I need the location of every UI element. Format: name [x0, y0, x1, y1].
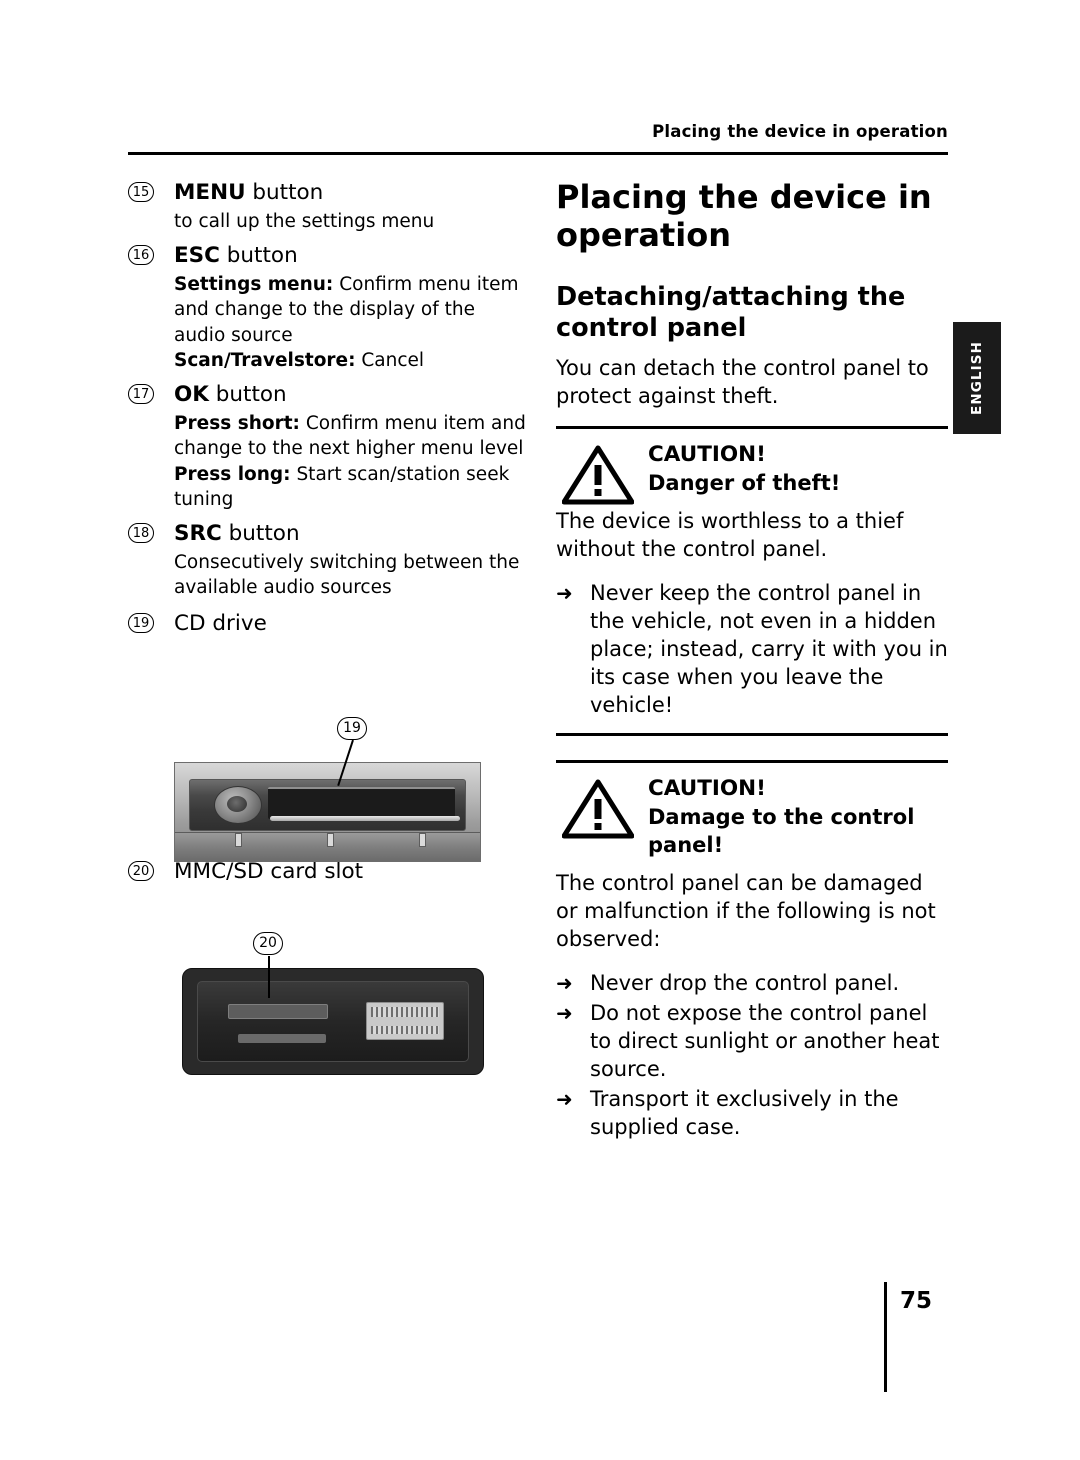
- language-tab-label: ENGLISH: [969, 341, 985, 415]
- mmc-sd-connector: [366, 1002, 444, 1040]
- item-ok-heading: 17 OK button: [128, 380, 528, 410]
- callout-number-15: 15: [128, 182, 154, 202]
- section-title-detaching: Detaching/attaching the control panel: [556, 282, 906, 343]
- caution2-bullet-1-text: Never drop the control panel.: [590, 971, 900, 995]
- mmc-sd-card-slot-photo: [182, 968, 484, 1075]
- caution1-top-divider: [556, 426, 948, 429]
- cd-drive-slot-housing: [189, 779, 466, 831]
- item-ok-line1: Press short: Confirm menu item and chang…: [174, 411, 528, 462]
- callout-number-20: 20: [128, 860, 154, 881]
- item-esc-line1: Settings menu: Confirm menu item and cha…: [174, 272, 528, 349]
- item-esc-line2-label: Scan/Travelstore:: [174, 350, 356, 371]
- item-ok-line1-label: Press short:: [174, 412, 300, 434]
- figure-callout-20: 20: [253, 932, 283, 955]
- cd-drive-tick-right: [419, 833, 426, 847]
- item-menu-title-bold: MENU: [174, 180, 246, 205]
- item-cd-heading: 19 CD drive: [128, 609, 528, 639]
- cd-drive-photo: [174, 762, 481, 862]
- item-ok-title-rest: button: [208, 381, 287, 407]
- cd-drive-slot-opening: [268, 787, 455, 819]
- header-divider: [128, 152, 948, 155]
- item-src-title-bold: SRC: [174, 520, 222, 546]
- mmc-sd-inner-panel: [197, 981, 469, 1062]
- item-ok-line2-label: Press long:: [174, 463, 291, 485]
- mmc-sd-card-opening: [228, 1004, 328, 1019]
- warning-triangle-icon: [562, 445, 634, 505]
- arrow-icon: ➜: [556, 581, 573, 605]
- figure-leader-line-20: [268, 956, 270, 998]
- caution2-bullet-3-text: Transport it exclusively in the supplied…: [590, 1087, 899, 1139]
- caution1-bullet-1: ➜ Never keep the control panel in the ve…: [556, 579, 948, 719]
- item-menu-button: 15 MENU button to call up the settings m…: [128, 178, 528, 235]
- item-esc-button: 16 ESC button Settings menu: Confirm men…: [128, 241, 528, 374]
- item-menu-body: to call up the settings menu: [174, 211, 435, 232]
- arrow-icon-4: ➜: [556, 1087, 573, 1111]
- item-src-title-rest: button: [221, 520, 300, 546]
- page-title: Placing the device in operation: [556, 178, 932, 254]
- footer-divider: [884, 1282, 887, 1392]
- item-esc-title-rest: button: [219, 242, 298, 268]
- item-esc-title-bold: ESC: [174, 242, 220, 268]
- cd-drive-dial: [214, 786, 262, 824]
- callout-number-19: 19: [128, 612, 154, 633]
- caution1-bullet-1-text: Never keep the control panel in the vehi…: [590, 581, 948, 717]
- cd-drive-tick-left: [235, 833, 242, 847]
- page-number: 75: [900, 1288, 933, 1314]
- callout-number-16: 16: [128, 244, 154, 265]
- right-column: Placing the device in operation Detachin…: [556, 178, 948, 1143]
- caution2-top-divider: [556, 760, 948, 763]
- running-head: Placing the device in operation: [652, 122, 948, 141]
- mmc-sd-connector-pins-bottom: [371, 1026, 439, 1034]
- item-cd-drive: 19 CD drive: [128, 609, 528, 639]
- caution2-body: The control panel can be damaged or malf…: [556, 871, 936, 951]
- mmc-sd-card-rail: [238, 1034, 326, 1043]
- item-src-heading: 18 SRC button: [128, 519, 528, 549]
- caution1-bottom-divider: [556, 733, 948, 736]
- figure-callout-19: 19: [337, 717, 367, 740]
- caution-block-theft: CAUTION! Danger of theft! The device is …: [556, 441, 948, 719]
- item-esc-line2: Scan/Travelstore: Cancel: [174, 348, 528, 374]
- item-ok-body: Press short: Confirm menu item and chang…: [128, 411, 528, 513]
- caution2-bullet-3: ➜ Transport it exclusively in the suppli…: [556, 1085, 948, 1141]
- caution2-bullet-2-text: Do not expose the control panel to direc…: [590, 1001, 940, 1081]
- item-esc-heading: 16 ESC button: [128, 241, 528, 271]
- caution2-bullet-1: ➜ Never drop the control panel.: [556, 969, 948, 997]
- item-mmc-title-rest: MMC/SD card slot: [174, 858, 364, 884]
- item-ok-title-bold: OK: [174, 381, 209, 407]
- item-esc-line2-text: Cancel: [355, 350, 425, 371]
- item-ok-button: 17 OK button Press short: Confirm menu i…: [128, 380, 528, 513]
- cd-drive-tick-center: [327, 833, 334, 847]
- item-cd-title-rest: CD drive: [174, 610, 267, 636]
- arrow-icon-3: ➜: [556, 1001, 573, 1025]
- language-tab: ENGLISH: [953, 322, 1001, 434]
- cd-drive-trim-bar: [270, 816, 460, 821]
- arrow-icon-2: ➜: [556, 971, 573, 995]
- callout-number-17: 17: [128, 383, 154, 404]
- item-menu-title-rest: button: [245, 180, 324, 205]
- manual-page: Placing the device in operation ENGLISH …: [0, 0, 1080, 1460]
- item-ok-line2: Press long: Start scan/station seek tuni…: [174, 462, 528, 513]
- caution2-bullet-2: ➜ Do not expose the control panel to dir…: [556, 999, 948, 1083]
- caution-block-damage: CAUTION! Damage to the control panel! Th…: [556, 775, 948, 1141]
- item-src-button: 18 SRC button Consecutively switching be…: [128, 519, 528, 601]
- item-menu-heading: 15 MENU button: [128, 178, 528, 208]
- intro-paragraph: You can detach the control panel to prot…: [556, 356, 929, 408]
- caution1-body: The device is worthless to a thief witho…: [556, 509, 904, 561]
- warning-triangle-icon-2: [562, 779, 634, 839]
- item-esc-line1-label: Settings menu:: [174, 273, 334, 295]
- item-src-body: Consecutively switching between the avai…: [174, 551, 520, 599]
- item-esc-body: Settings menu: Confirm menu item and cha…: [128, 272, 528, 374]
- mmc-sd-connector-pins-top: [371, 1007, 439, 1017]
- callout-number-18: 18: [128, 522, 154, 543]
